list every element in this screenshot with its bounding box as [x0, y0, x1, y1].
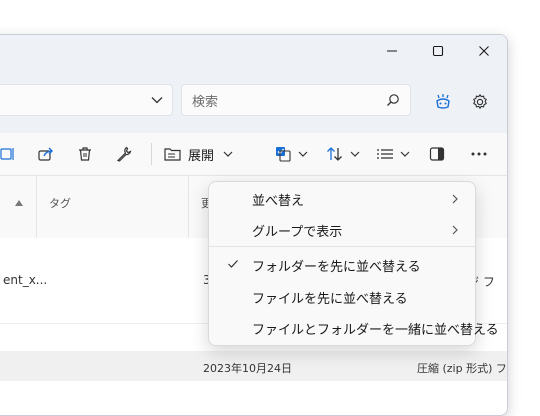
chevron-right-icon [452, 194, 458, 204]
properties-button[interactable] [112, 140, 136, 168]
file-name: ent_x... [3, 273, 48, 287]
chevron-down-icon [223, 151, 233, 157]
select-button[interactable] [273, 140, 311, 168]
menu-item-files-first[interactable]: ファイルを先に並べ替える [213, 282, 471, 312]
copilot-icon [436, 94, 450, 109]
menu-item-label: ファイルを先に並べ替える [252, 292, 408, 307]
menu-item-label: 並べ替え [252, 194, 305, 209]
table-row[interactable]: 2023年10月24日 圧縮 (zip 形式) フ [0, 351, 507, 381]
menu-item-label: ファイルとフォルダーを一緒に並べ替える [252, 323, 499, 338]
minimize-button[interactable] [369, 35, 415, 67]
menu-item-sort-by[interactable]: 並べ替え [213, 184, 471, 214]
search-input[interactable] [190, 91, 374, 113]
settings-button[interactable] [468, 90, 492, 114]
column-divider[interactable] [188, 176, 189, 238]
trash-icon [79, 147, 91, 161]
more-dots-icon [471, 152, 487, 156]
chevron-down-icon [350, 151, 359, 157]
menu-separator [209, 246, 475, 247]
view-list-icon [376, 149, 393, 159]
file-date: 2023年10月24日 [203, 362, 292, 375]
expand-label: 展開 [187, 148, 214, 164]
checkmark-icon [228, 260, 238, 268]
minimize-icon [387, 50, 397, 52]
sort-ascending-icon[interactable] [14, 199, 24, 207]
details-pane-button[interactable] [425, 140, 449, 168]
column-divider[interactable] [36, 176, 37, 238]
chevron-down-icon[interactable] [150, 93, 164, 107]
share-icon [37, 147, 53, 161]
see-more-button[interactable] [467, 140, 491, 168]
address-row [0, 67, 507, 133]
menu-item-mixed[interactable]: ファイルとフォルダーを一緒に並べ替える [213, 313, 499, 343]
maximize-icon [432, 45, 444, 57]
column-header-tag[interactable]: タグ [49, 195, 71, 211]
menu-item-label: グループで表示 [252, 225, 343, 240]
address-bar[interactable] [0, 84, 173, 116]
toolbar-separator [151, 143, 152, 165]
rename-icon [0, 148, 14, 160]
search-box[interactable] [181, 84, 411, 116]
sort-arrows-icon [326, 147, 342, 161]
maximize-button[interactable] [415, 35, 461, 67]
share-button[interactable] [34, 140, 58, 168]
menu-item-group-by[interactable]: グループで表示 [213, 215, 471, 245]
delete-button[interactable] [73, 140, 97, 168]
gear-icon [473, 93, 487, 110]
expand-button[interactable]: 展開 [163, 140, 235, 168]
select-checkbox-icon [276, 147, 291, 162]
sort-context-menu: 並べ替え グループで表示 フォルダーを先に並べ替える ファイルを先に並べ替える … [208, 181, 499, 346]
command-bar: 展開 [0, 133, 507, 176]
wrench-icon [116, 146, 132, 162]
view-button[interactable] [373, 140, 413, 168]
sort-button[interactable] [323, 140, 363, 168]
menu-item-folders-first[interactable]: フォルダーを先に並べ替える [213, 250, 471, 280]
rename-button[interactable] [0, 140, 19, 168]
details-pane-icon [429, 147, 445, 161]
menu-item-label: フォルダーを先に並べ替える [252, 260, 421, 275]
chevron-right-icon [452, 225, 458, 235]
close-button[interactable] [461, 35, 507, 67]
file-type: 圧縮 (zip 形式) フ [417, 362, 507, 375]
search-icon [387, 94, 399, 106]
chevron-down-icon [400, 151, 409, 157]
folder-expand-icon [164, 148, 181, 161]
chevron-down-icon [298, 151, 308, 157]
title-bar [0, 35, 507, 67]
copilot-button[interactable] [431, 90, 455, 114]
close-icon [479, 46, 489, 56]
